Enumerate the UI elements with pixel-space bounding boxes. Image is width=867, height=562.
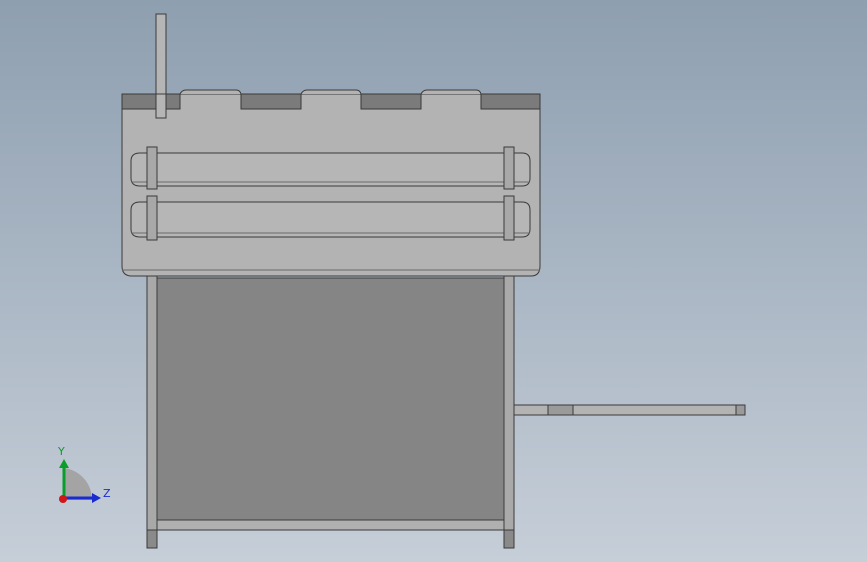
x-axis-origin-dot — [59, 495, 67, 503]
left-foot — [146, 529, 158, 549]
side-extension-arm[interactable] — [513, 404, 746, 416]
right-leg[interactable] — [503, 275, 515, 549]
cabinet-back-panel[interactable] — [156, 277, 505, 521]
right-foot — [503, 529, 515, 549]
model-canvas[interactable]: Y Z — [0, 0, 867, 562]
cad-graphics-viewport[interactable]: Y Z — [0, 0, 867, 562]
handle-rod-front — [155, 93, 167, 119]
upper-rail[interactable] — [130, 146, 531, 190]
lower-rail[interactable] — [130, 195, 531, 241]
z-axis-label: Z — [103, 487, 111, 500]
bottom-shelf-bar[interactable] — [156, 519, 505, 531]
left-leg[interactable] — [146, 275, 158, 549]
y-axis-label: Y — [57, 445, 65, 458]
